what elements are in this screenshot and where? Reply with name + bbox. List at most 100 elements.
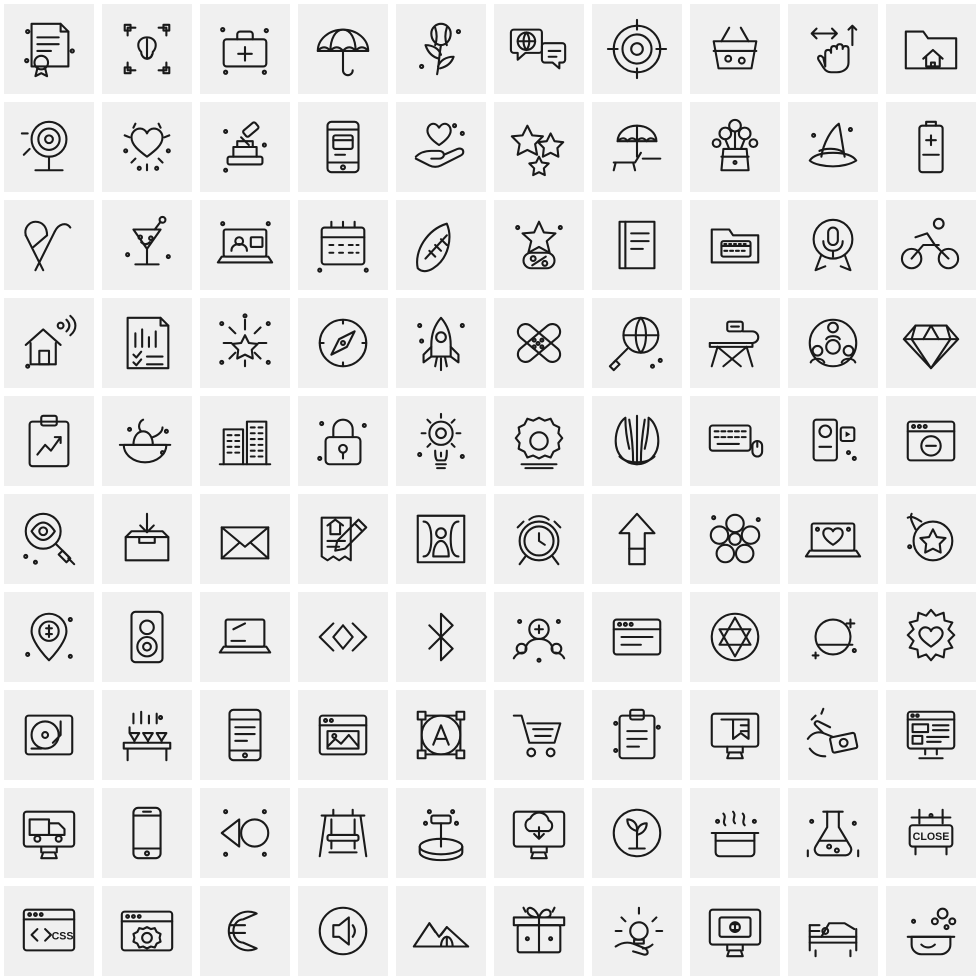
bandage-cross-icon[interactable] (490, 294, 588, 392)
star-discount-tag-icon[interactable] (490, 196, 588, 294)
bluetooth-icon[interactable] (392, 588, 490, 686)
taxi-screen-icon[interactable] (686, 196, 784, 294)
microphone-badge-icon[interactable] (784, 196, 882, 294)
drag-move-hand-icon[interactable] (784, 0, 882, 98)
padlock-icon[interactable] (294, 392, 392, 490)
mountain-landscape-icon[interactable] (392, 882, 490, 980)
keyboard-mouse-icon[interactable] (686, 392, 784, 490)
closed-sign-icon[interactable]: CLOSE (882, 784, 980, 882)
auction-gavel-icon[interactable] (196, 98, 294, 196)
settings-gear-icon[interactable] (490, 392, 588, 490)
css-code-browser-icon[interactable]: CSS (0, 882, 98, 980)
tulip-flower-icon[interactable] (392, 0, 490, 98)
shape-tools-icon[interactable] (196, 784, 294, 882)
smart-home-signal-icon[interactable] (0, 294, 98, 392)
money-monitor-icon[interactable] (686, 882, 784, 980)
clipboard-chart-icon[interactable] (0, 392, 98, 490)
typography-node-icon[interactable] (392, 686, 490, 784)
first-aid-kit-icon[interactable] (196, 0, 294, 98)
awareness-ribbon-icon[interactable] (0, 196, 98, 294)
idea-gear-bulb-icon[interactable] (392, 392, 490, 490)
web-layout-monitor-icon[interactable] (882, 686, 980, 784)
certificate-icon[interactable] (0, 0, 98, 98)
feather-fan-icon[interactable] (588, 392, 686, 490)
american-football-icon[interactable] (392, 196, 490, 294)
video-camera-icon[interactable] (784, 392, 882, 490)
cooking-pot-icon[interactable] (686, 784, 784, 882)
flower-bouquet-icon[interactable] (686, 98, 784, 196)
monitor-bookmark-icon[interactable] (686, 686, 784, 784)
video-call-laptop-icon[interactable] (196, 196, 294, 294)
eye-magnifier-icon[interactable] (0, 490, 98, 588)
ironing-board-icon[interactable] (686, 294, 784, 392)
laptop-icon[interactable] (196, 588, 294, 686)
blossom-flower-icon[interactable] (686, 490, 784, 588)
document-file-icon[interactable] (588, 196, 686, 294)
cyclist-icon[interactable] (882, 196, 980, 294)
shopping-cart-icon[interactable] (490, 686, 588, 784)
code-brackets-icon[interactable] (294, 588, 392, 686)
target-crosshair-icon[interactable] (588, 0, 686, 98)
stage-performer-icon[interactable] (392, 490, 490, 588)
open-envelope-icon[interactable] (196, 490, 294, 588)
alarm-clock-icon[interactable] (490, 490, 588, 588)
witch-hat-icon[interactable] (784, 98, 882, 196)
umbrella-icon[interactable] (294, 0, 392, 98)
beach-lounger-icon[interactable] (588, 98, 686, 196)
cash-exchange-icon[interactable] (784, 686, 882, 784)
target-stand-icon[interactable] (0, 98, 98, 196)
chemistry-flask-icon[interactable] (784, 784, 882, 882)
rocket-launch-icon[interactable] (392, 294, 490, 392)
calendar-icon[interactable] (294, 196, 392, 294)
volume-speaker-icon[interactable] (294, 882, 392, 980)
cloud-download-monitor-icon[interactable] (490, 784, 588, 882)
up-arrow-icon[interactable] (588, 490, 686, 588)
star-medal-icon[interactable] (882, 490, 980, 588)
delivery-truck-monitor-icon[interactable] (0, 784, 98, 882)
heart-burst-icon[interactable] (882, 588, 980, 686)
cocktail-glass-icon[interactable] (98, 196, 196, 294)
money-location-icon[interactable] (0, 588, 98, 686)
brain-select-icon[interactable] (98, 0, 196, 98)
gift-box-icon[interactable] (490, 882, 588, 980)
property-contract-icon[interactable] (294, 490, 392, 588)
shopping-basket-icon[interactable] (686, 0, 784, 98)
three-stars-icon[interactable] (490, 98, 588, 196)
swing-bench-icon[interactable] (294, 784, 392, 882)
browser-minimize-icon[interactable] (882, 392, 980, 490)
tablet-text-icon[interactable] (196, 686, 294, 784)
compass-icon[interactable] (294, 294, 392, 392)
podium-stage-icon[interactable] (392, 784, 490, 882)
diamond-icon[interactable] (882, 294, 980, 392)
mobile-payment-icon[interactable] (294, 98, 392, 196)
add-user-group-icon[interactable] (490, 588, 588, 686)
office-building-icon[interactable] (196, 392, 294, 490)
star-of-david-icon[interactable] (686, 588, 784, 686)
teamwork-circle-icon[interactable] (784, 294, 882, 392)
hospital-bed-icon[interactable] (784, 882, 882, 980)
speaker-icon[interactable] (98, 588, 196, 686)
battery-icon[interactable] (882, 98, 980, 196)
home-folder-icon[interactable] (882, 0, 980, 98)
browser-window-icon[interactable] (588, 588, 686, 686)
laptop-love-icon[interactable] (784, 490, 882, 588)
smartphone-icon[interactable] (98, 784, 196, 882)
global-chat-icon[interactable] (490, 0, 588, 98)
vinyl-turntable-icon[interactable] (0, 686, 98, 784)
hand-idea-icon[interactable] (588, 882, 686, 980)
noodle-bowl-icon[interactable] (98, 392, 196, 490)
report-checklist-icon[interactable] (98, 294, 196, 392)
tree-badge-icon[interactable] (588, 784, 686, 882)
browser-image-icon[interactable] (294, 686, 392, 784)
global-search-icon[interactable] (588, 294, 686, 392)
browser-settings-icon[interactable] (98, 882, 196, 980)
hand-heart-icon[interactable] (392, 98, 490, 196)
bar-counter-icon[interactable] (98, 686, 196, 784)
sparkle-hearts-icon[interactable] (98, 98, 196, 196)
clipboard-list-icon[interactable] (588, 686, 686, 784)
firework-burst-icon[interactable] (196, 294, 294, 392)
euro-coin-icon[interactable] (196, 882, 294, 980)
box-download-icon[interactable] (98, 490, 196, 588)
washing-bowl-icon[interactable] (882, 882, 980, 980)
planet-sparkle-icon[interactable] (784, 588, 882, 686)
